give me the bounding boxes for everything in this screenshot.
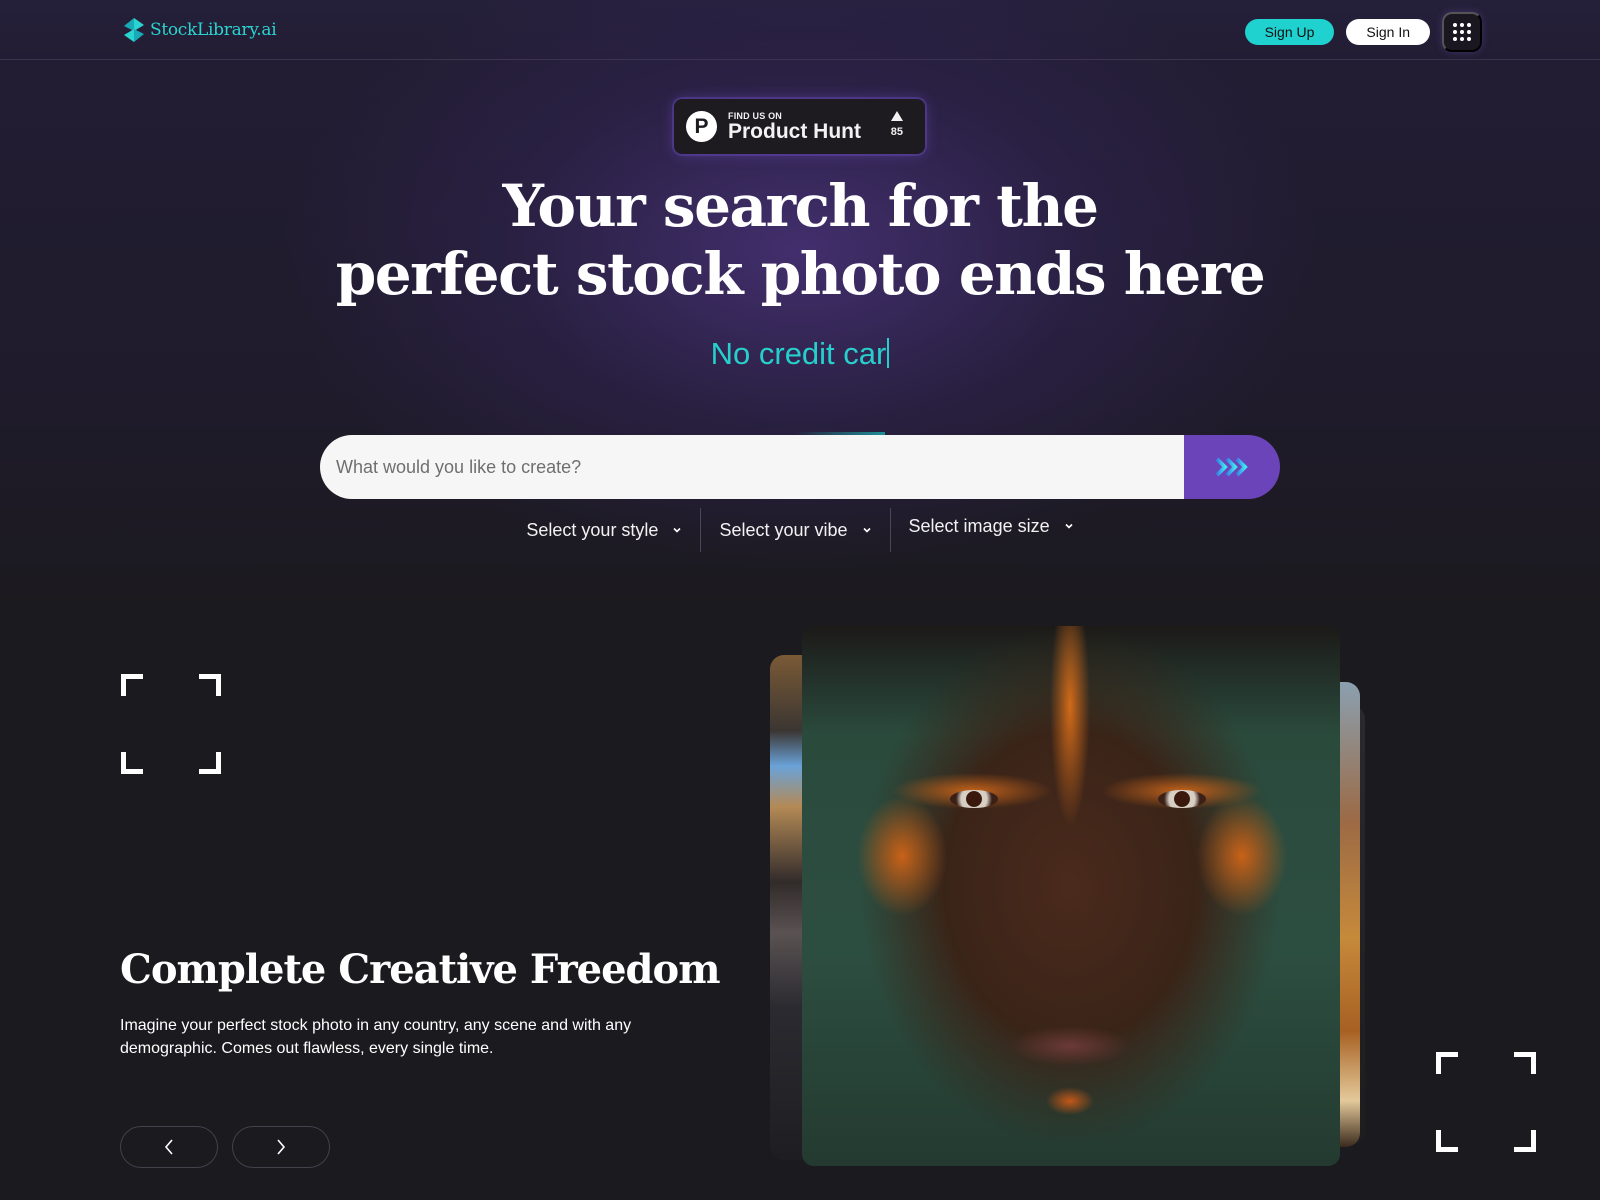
chevron-down-icon xyxy=(862,527,871,533)
option-selectors: Select your style Select your vibe Selec… xyxy=(0,508,1600,552)
image-size-select[interactable]: Select image size xyxy=(891,504,1092,548)
grid-dots-icon xyxy=(1453,23,1471,41)
hero-title: Your search for the perfect stock photo … xyxy=(0,172,1600,308)
carousel-main-image[interactable] xyxy=(802,626,1340,1166)
product-hunt-text: FIND US ON Product Hunt xyxy=(728,111,861,143)
style-select-label: Select your style xyxy=(526,519,659,540)
logo-mark-icon xyxy=(124,18,144,42)
typing-tagline: No credit car xyxy=(0,336,1600,372)
frame-corners-icon xyxy=(121,674,221,774)
carousel-next-button[interactable] xyxy=(232,1126,330,1168)
top-navigation: StockLibrary.ai Sign Up Sign In xyxy=(0,0,1600,60)
typing-text: No credit car xyxy=(710,336,887,371)
apps-menu-button[interactable] xyxy=(1442,12,1482,52)
nav-actions: Sign Up Sign In xyxy=(1244,12,1482,52)
chevron-right-icon xyxy=(277,1139,286,1155)
carousel-controls xyxy=(120,1126,330,1168)
frame-corners-icon xyxy=(1436,1052,1536,1152)
upvote-triangle-icon xyxy=(890,111,903,121)
chevron-left-icon xyxy=(164,1139,173,1155)
carousel-prev-button[interactable] xyxy=(120,1126,218,1168)
image-detail xyxy=(950,790,998,808)
sign-up-button[interactable]: Sign Up xyxy=(1244,19,1335,45)
hero-title-line-2: perfect stock photo ends here xyxy=(335,240,1266,308)
image-detail xyxy=(1158,790,1206,808)
chevron-down-icon xyxy=(1065,523,1073,529)
product-hunt-big-label: Product Hunt xyxy=(728,119,861,143)
vibe-select-label: Select your vibe xyxy=(719,519,848,540)
triple-chevron-right-icon xyxy=(1215,457,1248,477)
image-carousel xyxy=(760,620,1420,1180)
hero-title-line-1: Your search for the xyxy=(502,172,1099,240)
brand-name: StockLibrary.ai xyxy=(150,20,277,40)
search-bar xyxy=(320,435,1280,499)
product-hunt-logo-icon: P xyxy=(686,111,717,142)
generate-button[interactable] xyxy=(1184,435,1280,499)
vibe-select[interactable]: Select your vibe xyxy=(701,508,889,552)
feature-description: Imagine your perfect stock photo in any … xyxy=(120,1017,632,1057)
sign-in-button[interactable]: Sign In xyxy=(1346,19,1430,45)
prompt-input[interactable] xyxy=(320,435,1184,499)
style-select[interactable]: Select your style xyxy=(508,508,700,552)
brand-logo[interactable]: StockLibrary.ai xyxy=(122,17,277,43)
upvote-count: 85 xyxy=(890,126,903,138)
product-hunt-badge[interactable]: P FIND US ON Product Hunt 85 xyxy=(674,99,925,154)
image-size-select-label: Select image size xyxy=(908,515,1050,536)
feature-title: Complete Creative Freedom xyxy=(120,946,721,993)
product-hunt-small-label: FIND US ON xyxy=(728,110,783,121)
product-hunt-upvotes: 85 xyxy=(891,111,903,138)
typing-caret xyxy=(887,338,890,368)
chevron-down-icon xyxy=(673,527,682,533)
